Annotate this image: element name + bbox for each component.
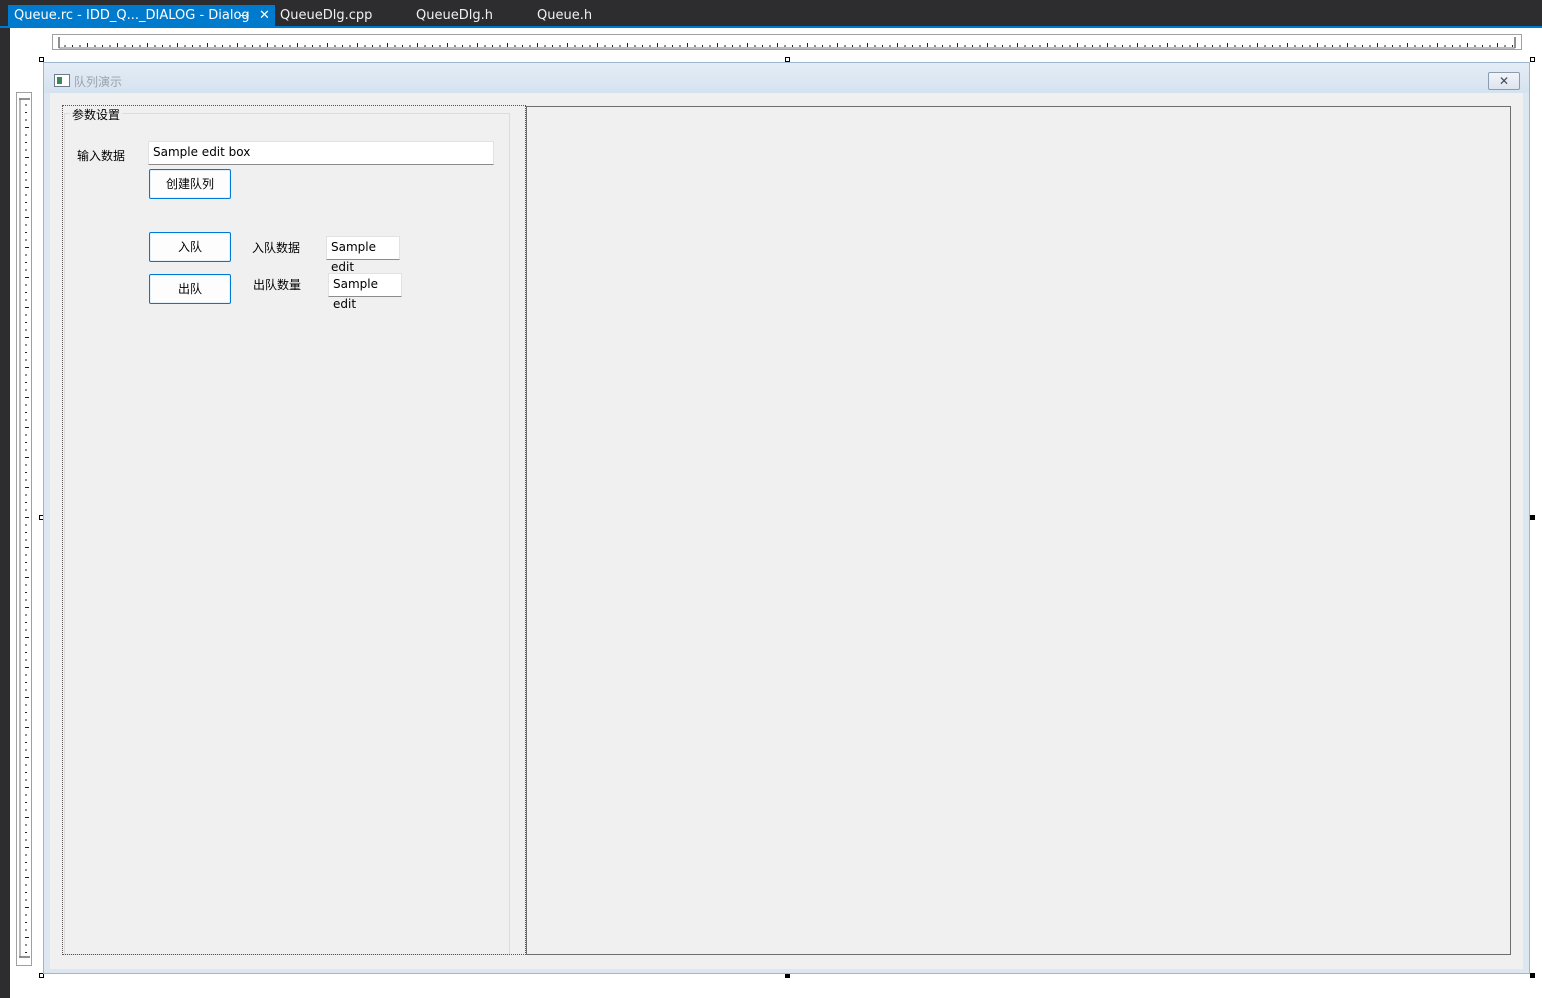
dequeue-button[interactable]: 出队 <box>149 274 231 304</box>
close-tab-icon[interactable]: ✕ <box>259 5 270 26</box>
dialog-title-bar[interactable]: 队列演示 ✕ <box>44 63 1529 93</box>
dialog-app-icon <box>54 74 70 87</box>
tab-queue-rc[interactable]: Queue.rc - IDD_Q..._DIALOG - Dialog ⊸ ✕ <box>8 5 275 27</box>
ruler-ticks <box>19 98 30 958</box>
left-toolbar-strip <box>0 28 10 998</box>
horizontal-ruler[interactable] <box>52 34 1522 50</box>
dequeue-count-edit[interactable]: Sample edit <box>328 273 402 311</box>
input-data-label: 输入数据 <box>77 149 126 163</box>
resize-handle[interactable] <box>1530 515 1535 520</box>
dialog-title: 队列演示 <box>74 75 123 89</box>
create-queue-button[interactable]: 创建队列 <box>149 169 231 199</box>
pin-icon[interactable]: ⊸ <box>240 5 249 26</box>
tab-queuedlg-h[interactable]: QueueDlg.h <box>416 5 493 26</box>
tab-queuedlg-cpp[interactable]: QueueDlg.cpp <box>280 5 372 26</box>
enqueue-data-label: 入队数据 <box>252 241 301 255</box>
dialog-preview[interactable]: 队列演示 ✕ 参数设置 输入数据 Sample edit box 创建队列 入队… <box>43 62 1530 974</box>
tab-label: QueueDlg.h <box>416 8 493 23</box>
group-box-label: 参数设置 <box>70 106 123 123</box>
ruler-ticks <box>58 37 1516 49</box>
tab-label: Queue.h <box>537 8 593 23</box>
dialog-client-area: 参数设置 输入数据 Sample edit box 创建队列 入队 入队数据 S… <box>50 93 1523 969</box>
enqueue-data-edit[interactable]: Sample edit <box>326 236 400 274</box>
dialog-close-button[interactable]: ✕ <box>1488 72 1520 90</box>
designer-window: Queue.rc - IDD_Q..._DIALOG - Dialog ⊸ ✕ … <box>0 0 1542 998</box>
tab-label: QueueDlg.cpp <box>280 8 373 23</box>
tab-queue-h[interactable]: Queue.h <box>537 5 592 26</box>
vertical-ruler[interactable] <box>16 92 32 966</box>
input-data-edit[interactable]: Sample edit box <box>148 141 494 165</box>
document-tab-bar: Queue.rc - IDD_Q..._DIALOG - Dialog ⊸ ✕ … <box>0 0 1542 28</box>
enqueue-button[interactable]: 入队 <box>149 232 231 262</box>
resize-handle[interactable] <box>1530 973 1535 978</box>
resize-handle[interactable] <box>1530 57 1535 62</box>
tab-label: Queue.rc - IDD_Q..._DIALOG - Dialog <box>14 8 250 23</box>
queue-display-frame[interactable] <box>526 106 1511 955</box>
dequeue-count-label: 出队数量 <box>253 278 302 292</box>
